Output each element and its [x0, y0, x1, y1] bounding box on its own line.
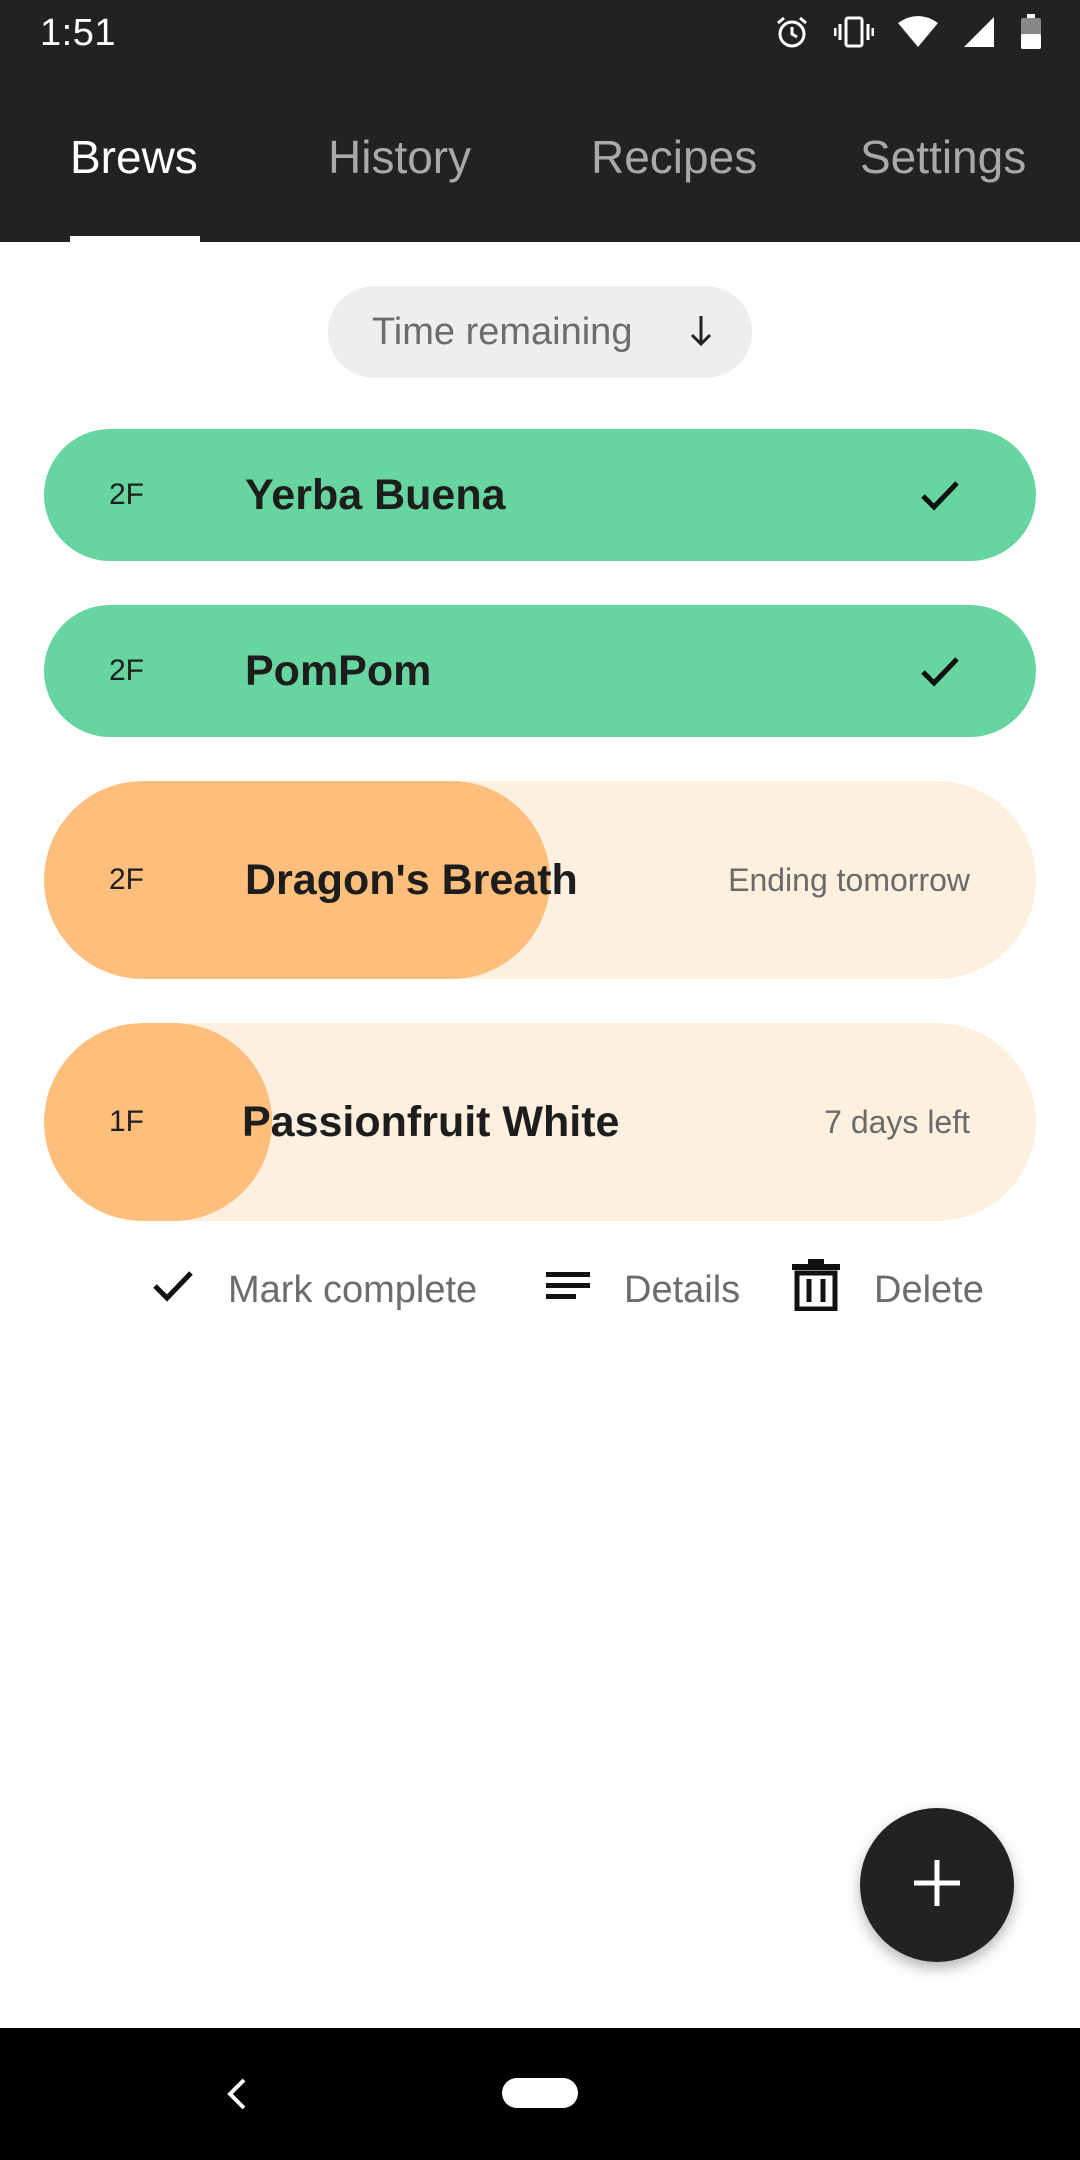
wifi-icon	[898, 15, 938, 49]
brew-name: Yerba Buena	[245, 470, 506, 519]
brew-name: Dragon's Breath	[245, 855, 578, 904]
tab-recipes[interactable]: Recipes	[591, 72, 757, 242]
mark-complete-button[interactable]: Mark complete	[152, 1250, 477, 1330]
brew-actions: Mark complete Details Delete	[0, 1250, 1080, 1330]
status-bar: 1:51	[0, 0, 1080, 72]
mark-complete-label: Mark complete	[228, 1268, 478, 1311]
sort-label: Time remaining	[372, 310, 633, 353]
brew-shelf: 2F	[109, 863, 145, 896]
add-brew-button[interactable]	[860, 1808, 1014, 1962]
alarm-icon	[774, 14, 810, 50]
tab-history[interactable]: History	[328, 72, 471, 242]
vibrate-icon	[834, 14, 874, 50]
check-icon	[152, 1267, 228, 1313]
brew-status: 7 days left	[824, 1103, 970, 1140]
navigation-bar	[0, 2028, 1080, 2160]
status-time: 1:51	[40, 12, 116, 54]
brew-shelf: 2F	[109, 654, 145, 687]
arrow-down-icon	[690, 314, 712, 358]
tab-bar: Brews History Recipes Settings	[0, 72, 1080, 242]
signal-icon	[962, 15, 996, 49]
sort-button[interactable]: Time remaining	[328, 286, 752, 378]
brew-shelf: 2F	[109, 478, 145, 511]
check-icon	[920, 651, 960, 696]
check-icon	[920, 475, 960, 520]
active-tab-indicator	[70, 236, 200, 242]
brew-progress-fill	[44, 1023, 273, 1221]
trash-icon	[792, 1259, 874, 1321]
battery-icon	[1020, 14, 1042, 50]
brew-status: Ending tomorrow	[728, 861, 970, 898]
back-icon[interactable]	[222, 2076, 250, 2117]
brew-item-dragons-breath[interactable]: 2F Dragon's Breath Ending tomorrow	[44, 781, 1036, 979]
tab-brews[interactable]: Brews	[70, 72, 198, 242]
brew-item-yerba-buena[interactable]: 2F Yerba Buena	[44, 429, 1036, 561]
brew-name: PomPom	[245, 646, 432, 695]
details-button[interactable]: Details	[546, 1250, 740, 1330]
details-label: Details	[624, 1268, 741, 1311]
details-icon	[546, 1269, 624, 1312]
delete-button[interactable]: Delete	[792, 1250, 984, 1330]
home-pill-icon[interactable]	[502, 2078, 578, 2108]
status-icons	[774, 14, 1042, 50]
brew-shelf: 1F	[109, 1105, 145, 1138]
plus-icon	[912, 1858, 962, 1913]
brew-item-passionfruit-white[interactable]: 1F Passionfruit White 7 days left	[44, 1023, 1036, 1221]
tab-settings[interactable]: Settings	[860, 72, 1026, 242]
brew-name: Passionfruit White	[242, 1097, 620, 1146]
brew-item-pompom[interactable]: 2F PomPom	[44, 605, 1036, 737]
delete-label: Delete	[874, 1268, 984, 1311]
